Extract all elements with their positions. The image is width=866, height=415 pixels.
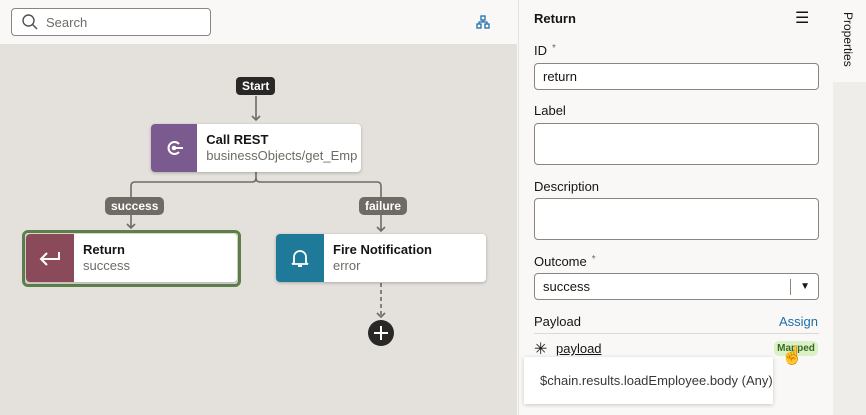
description-textarea[interactable] bbox=[534, 198, 819, 240]
call-rest-icon bbox=[151, 124, 198, 172]
divider bbox=[534, 333, 819, 334]
chevron-down-icon[interactable]: ▼ bbox=[800, 281, 810, 292]
label-label: Label bbox=[534, 103, 566, 118]
node-call-rest[interactable]: Call REST businessObjects/get_Emp bbox=[151, 124, 361, 172]
properties-panel: Return ☰ ID * return Label Description Ou… bbox=[518, 0, 833, 415]
asterisk-icon: ✳ bbox=[534, 341, 548, 358]
tab-properties[interactable]: Properties bbox=[833, 0, 866, 82]
node-title: Fire Notification bbox=[333, 242, 432, 257]
id-input[interactable]: return bbox=[534, 63, 819, 90]
flow-connectors bbox=[126, 96, 394, 346]
payload-link[interactable]: payload bbox=[556, 341, 602, 356]
start-label: Start bbox=[236, 77, 276, 95]
label-textarea[interactable] bbox=[534, 123, 819, 165]
return-arrow-icon bbox=[26, 234, 74, 282]
assign-link[interactable]: Assign bbox=[779, 314, 818, 329]
outcome-select[interactable]: success ▼ bbox=[534, 273, 819, 300]
node-subtitle: success bbox=[83, 258, 130, 273]
node-title: Call REST bbox=[206, 132, 269, 147]
node-fire-notification[interactable]: Fire Notification error bbox=[276, 234, 486, 282]
description-label: Description bbox=[534, 179, 600, 194]
node-subtitle: error bbox=[333, 258, 361, 273]
payload-tooltip: $chain.results.loadEmployee.body (Any) bbox=[524, 357, 773, 404]
add-node-button[interactable] bbox=[368, 320, 394, 346]
payload-label: Payload bbox=[534, 314, 581, 329]
hamburger-icon[interactable]: ☰ bbox=[795, 8, 809, 28]
node-subtitle: businessObjects/get_Emp bbox=[206, 148, 358, 163]
id-label: ID bbox=[534, 43, 547, 58]
hand-cursor-icon: ☝ bbox=[781, 345, 804, 365]
bell-icon bbox=[276, 234, 324, 282]
panel-title: Return bbox=[534, 11, 576, 26]
tab-properties-label: Properties bbox=[841, 12, 855, 67]
node-title: Return bbox=[83, 242, 125, 257]
select-divider bbox=[790, 279, 791, 295]
edge-label-failure: failure bbox=[359, 197, 408, 215]
required-mark: * bbox=[591, 254, 596, 265]
required-mark: * bbox=[552, 43, 556, 54]
edge-label-success: success bbox=[105, 197, 165, 215]
id-value: return bbox=[543, 69, 577, 84]
node-return[interactable]: Return success bbox=[26, 234, 237, 282]
outcome-value: success bbox=[543, 279, 590, 294]
outcome-label: Outcome bbox=[534, 254, 587, 269]
